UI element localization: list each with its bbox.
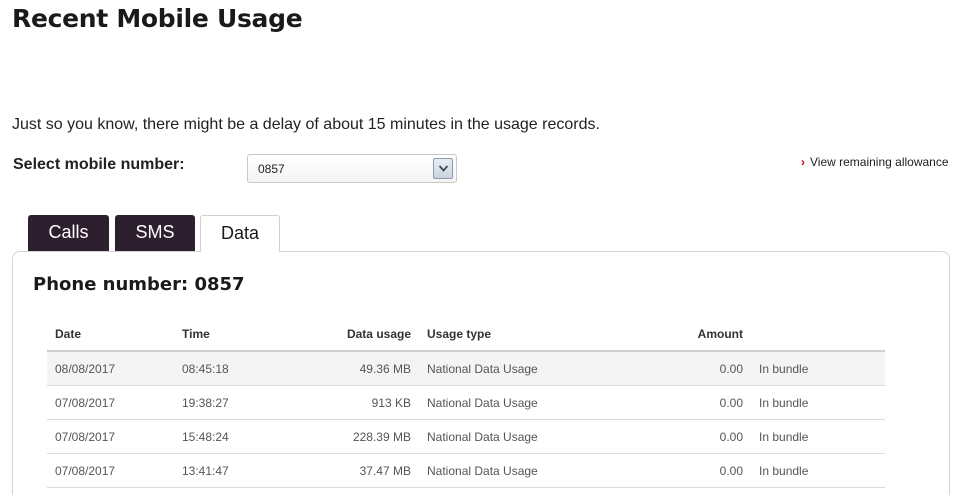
cell-usage-type: National Data Usage [419, 419, 619, 454]
cell-data-usage: 49.36 MB [297, 351, 419, 386]
cell-amount: 0.00 [619, 419, 751, 454]
chevron-down-icon [439, 165, 448, 172]
page-title: Recent Mobile Usage [12, 4, 303, 33]
chevron-right-icon: › [801, 155, 805, 169]
table-row: 07/08/2017 15:48:24 228.39 MB National D… [47, 419, 885, 454]
cell-date: 07/08/2017 [47, 419, 174, 454]
cell-data-usage: 913 KB [297, 385, 419, 420]
delay-notice: Just so you know, there might be a delay… [12, 116, 600, 133]
column-header-usage-type[interactable]: Usage type [419, 318, 619, 352]
dropdown-button[interactable] [433, 158, 453, 179]
select-number-label: Select mobile number: [13, 156, 185, 173]
cell-bundle-status: In bundle [751, 385, 885, 420]
table-row: 07/08/2017 13:41:47 37.47 MB National Da… [47, 453, 885, 488]
phone-number-heading: Phone number: 0857 [33, 274, 245, 295]
column-header-amount[interactable]: Amount [619, 318, 751, 352]
cell-date: 07/08/2017 [47, 385, 174, 420]
page: Recent Mobile Usage Just so you know, th… [0, 0, 959, 495]
cell-date: 08/08/2017 [47, 351, 174, 386]
column-header-time[interactable]: Time [174, 318, 297, 352]
table-header-row: Date Time Data usage Usage type Amount [47, 318, 885, 352]
cell-usage-type: National Data Usage [419, 351, 619, 386]
tab-data[interactable]: Data [200, 215, 280, 252]
table-row: 07/08/2017 19:38:27 913 KB National Data… [47, 385, 885, 420]
view-remaining-allowance-link[interactable]: › View remaining allowance [801, 155, 949, 169]
tab-calls[interactable]: Calls [28, 215, 109, 251]
cell-usage-type: National Data Usage [419, 453, 619, 488]
cell-data-usage: 37.47 MB [297, 453, 419, 488]
allowance-link-label: View remaining allowance [810, 155, 949, 169]
mobile-number-select[interactable]: 0857 [247, 154, 457, 183]
cell-usage-type: National Data Usage [419, 385, 619, 420]
selected-number: 0857 [258, 162, 285, 176]
cell-time: 15:48:24 [174, 419, 297, 454]
cell-time: 13:41:47 [174, 453, 297, 488]
column-header-date[interactable]: Date [47, 318, 174, 352]
cell-bundle-status: In bundle [751, 453, 885, 488]
column-header-data-usage[interactable]: Data usage [297, 318, 419, 352]
cell-data-usage: 228.39 MB [297, 419, 419, 454]
cell-amount: 0.00 [619, 453, 751, 488]
cell-date: 07/08/2017 [47, 453, 174, 488]
usage-table: Date Time Data usage Usage type Amount 0… [47, 318, 885, 488]
tab-sms[interactable]: SMS [115, 215, 195, 251]
cell-bundle-status: In bundle [751, 351, 885, 386]
cell-amount: 0.00 [619, 385, 751, 420]
cell-time: 19:38:27 [174, 385, 297, 420]
cell-bundle-status: In bundle [751, 419, 885, 454]
column-header-bundle [751, 318, 885, 352]
cell-time: 08:45:18 [174, 351, 297, 386]
table-row: 08/08/2017 08:45:18 49.36 MB National Da… [47, 351, 885, 386]
cell-amount: 0.00 [619, 351, 751, 386]
